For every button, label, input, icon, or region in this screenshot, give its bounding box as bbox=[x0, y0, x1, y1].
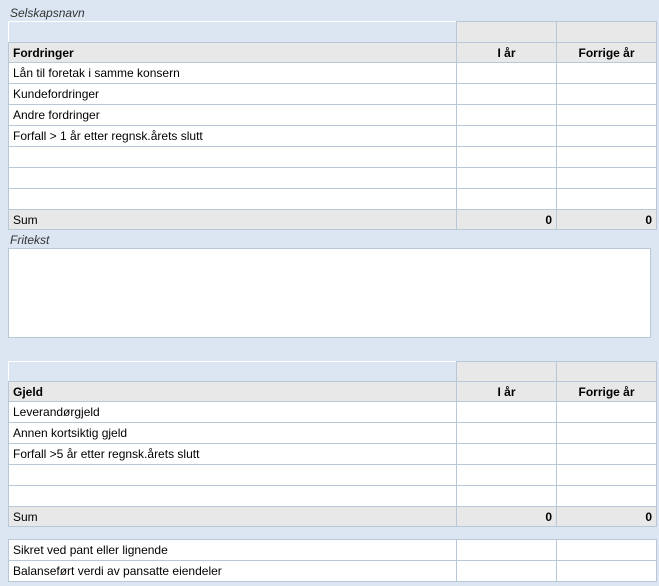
gjeld-this-1[interactable] bbox=[461, 425, 552, 441]
table-row: Balanseført verdi av pansatte eiendeler bbox=[9, 561, 657, 582]
gjeld-prev-0[interactable] bbox=[561, 404, 652, 420]
fordringer-table: Fordringer I år Forrige år Lån til foret… bbox=[8, 21, 657, 230]
gjeld-sum-label: Sum bbox=[9, 507, 457, 527]
table-row bbox=[9, 168, 657, 189]
pant-table: Sikret ved pant eller lignende Balansefø… bbox=[8, 539, 657, 582]
fordringer-prev-4[interactable] bbox=[561, 149, 652, 165]
fordringer-this-6[interactable] bbox=[461, 191, 552, 207]
fordringer-prev-1[interactable] bbox=[561, 86, 652, 102]
selskapsnavn-this-input[interactable] bbox=[461, 24, 552, 40]
fordringer-this-4[interactable] bbox=[461, 149, 552, 165]
fritekst-label: Fritekst bbox=[10, 233, 651, 247]
gjeld-prev-2[interactable] bbox=[561, 446, 652, 462]
fordringer-prev-6[interactable] bbox=[561, 191, 652, 207]
table-row bbox=[9, 465, 657, 486]
table-row: Sikret ved pant eller lignende bbox=[9, 540, 657, 561]
pant-prev-1[interactable] bbox=[561, 563, 652, 579]
selskapsnavn-label: Selskapsnavn bbox=[10, 6, 651, 20]
gjeld-header: Gjeld bbox=[9, 382, 457, 402]
gjeld-this-2[interactable] bbox=[461, 446, 552, 462]
fordringer-prev-3[interactable] bbox=[561, 128, 652, 144]
col-this-year-2: I år bbox=[457, 382, 557, 402]
selskapsnavn-input-cell bbox=[457, 22, 557, 43]
col-this-year: I år bbox=[457, 43, 557, 63]
gjeld-prev-3[interactable] bbox=[561, 467, 652, 483]
fritekst-textarea[interactable] bbox=[8, 248, 651, 338]
table-row: Leverandørgjeld bbox=[9, 402, 657, 423]
fordringer-prev-5[interactable] bbox=[561, 170, 652, 186]
gjeld-this-3[interactable] bbox=[461, 467, 552, 483]
fordringer-this-3[interactable] bbox=[461, 128, 552, 144]
fordringer-this-5[interactable] bbox=[461, 170, 552, 186]
gjeld-prev-4[interactable] bbox=[561, 488, 652, 504]
gjeld-sum-prev: 0 bbox=[557, 507, 657, 527]
pant-this-1[interactable] bbox=[461, 563, 552, 579]
fordringer-this-2[interactable] bbox=[461, 107, 552, 123]
table-row bbox=[9, 486, 657, 507]
table-row: Kundefordringer bbox=[9, 84, 657, 105]
table-row: Lån til foretak i samme konsern bbox=[9, 63, 657, 84]
table-row: Andre fordringer bbox=[9, 105, 657, 126]
gjeld-table: Gjeld I år Forrige år Leverandørgjeld An… bbox=[8, 361, 657, 527]
table-row bbox=[9, 189, 657, 210]
fordringer-prev-2[interactable] bbox=[561, 107, 652, 123]
pant-prev-0[interactable] bbox=[561, 542, 652, 558]
fordringer-sum-prev: 0 bbox=[557, 210, 657, 230]
gjeld-this-4[interactable] bbox=[461, 488, 552, 504]
fordringer-prev-0[interactable] bbox=[561, 65, 652, 81]
fordringer-sum-label: Sum bbox=[9, 210, 457, 230]
col-prev-year: Forrige år bbox=[557, 43, 657, 63]
table-row bbox=[9, 147, 657, 168]
table-row: Forfall >5 år etter regnsk.årets slutt bbox=[9, 444, 657, 465]
table-row: Forfall > 1 år etter regnsk.årets slutt bbox=[9, 126, 657, 147]
fordringer-header: Fordringer bbox=[9, 43, 457, 63]
gjeld-prev-1[interactable] bbox=[561, 425, 652, 441]
gjeld-this-0[interactable] bbox=[461, 404, 552, 420]
fordringer-sum-this: 0 bbox=[457, 210, 557, 230]
pant-this-0[interactable] bbox=[461, 542, 552, 558]
col-prev-year-2: Forrige år bbox=[557, 382, 657, 402]
fordringer-this-1[interactable] bbox=[461, 86, 552, 102]
gjeld-sum-this: 0 bbox=[457, 507, 557, 527]
table-row: Annen kortsiktig gjeld bbox=[9, 423, 657, 444]
fordringer-this-0[interactable] bbox=[461, 65, 552, 81]
